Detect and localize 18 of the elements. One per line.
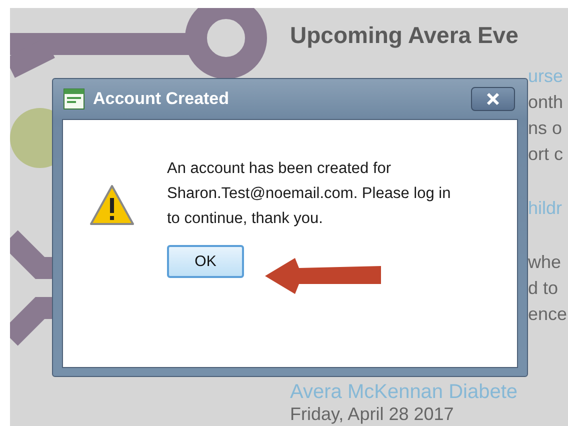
body-text: ns o bbox=[528, 117, 564, 140]
close-button[interactable] bbox=[471, 87, 515, 111]
event-date: Friday, April 28 2017 bbox=[290, 404, 455, 424]
link-text[interactable]: hildr bbox=[528, 195, 568, 221]
dialog-message: An account has been created for Sharon.Test@noemail.com. Please log in to continue, thank you. bbox=[167, 159, 451, 229]
ok-button[interactable]: OK bbox=[167, 245, 244, 278]
window-icon bbox=[63, 88, 85, 110]
page-heading: Upcoming Avera Eve bbox=[290, 22, 520, 49]
body-text: whe bbox=[528, 251, 562, 274]
body-text: onth bbox=[528, 91, 564, 114]
body-text: ence bbox=[528, 303, 568, 326]
body-text: d to bbox=[528, 277, 560, 300]
warning-icon bbox=[89, 184, 135, 226]
event-title-link[interactable]: Avera McKennan Diabete bbox=[290, 382, 568, 403]
link-text[interactable]: urse bbox=[528, 63, 568, 89]
close-icon bbox=[486, 92, 500, 106]
dialog-title: Account Created bbox=[93, 89, 230, 109]
body-text: ort c bbox=[528, 143, 564, 166]
